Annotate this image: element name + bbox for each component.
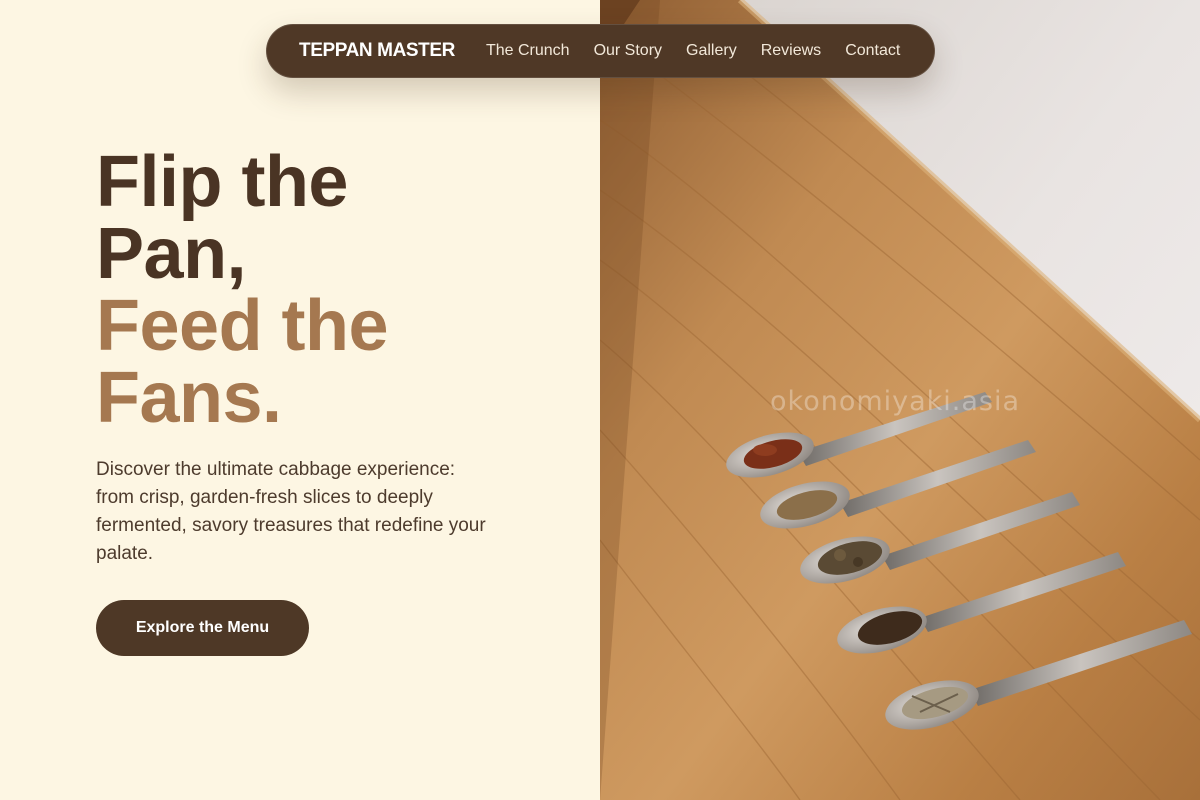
- nav-links: The Crunch Our Story Gallery Reviews Con…: [486, 42, 900, 60]
- hero-title-line-1: Flip the: [96, 142, 348, 222]
- hero-title-line-3: Feed the: [96, 286, 389, 366]
- nav-link-contact[interactable]: Contact: [845, 42, 900, 60]
- nav-link-reviews[interactable]: Reviews: [761, 42, 821, 60]
- hero-description: Discover the ultimate cabbage experience…: [96, 459, 486, 564]
- nav-link-gallery[interactable]: Gallery: [686, 42, 737, 60]
- explore-menu-button[interactable]: Explore the Menu: [96, 600, 309, 656]
- image-watermark: okonomiyaki.asia: [770, 386, 1021, 417]
- main-nav: TEPPAN MASTER The Crunch Our Story Galle…: [266, 24, 935, 78]
- brand-logo[interactable]: TEPPAN MASTER: [299, 40, 455, 62]
- hero-title-line-4: Fans.: [96, 358, 282, 438]
- nav-link-the-crunch[interactable]: The Crunch: [486, 42, 570, 60]
- hero-title: Flip the Pan, Feed the Fans.: [96, 142, 389, 438]
- hero-title-line-2: Pan,: [96, 214, 247, 294]
- nav-link-our-story[interactable]: Our Story: [594, 42, 662, 60]
